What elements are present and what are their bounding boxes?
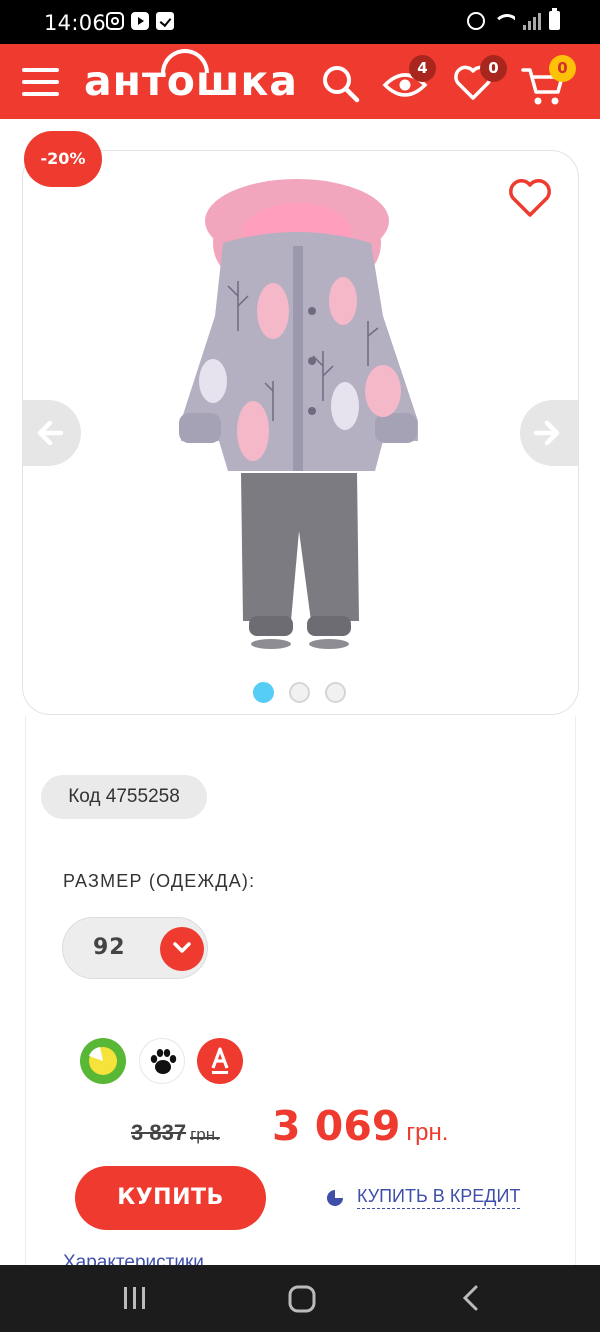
pie-icon[interactable] xyxy=(80,1038,126,1084)
check-icon xyxy=(156,12,174,30)
credit-label: КУПИТЬ В КРЕДИТ xyxy=(357,1186,521,1209)
gallery-next-button[interactable] xyxy=(520,400,578,466)
arrow-left-icon xyxy=(37,420,64,446)
alfa-icon[interactable] xyxy=(197,1038,243,1084)
product-image[interactable] xyxy=(23,151,579,715)
site-header: антошка 4 0 0 xyxy=(0,44,600,119)
youtube-icon xyxy=(131,12,149,30)
gallery-dot-1[interactable] xyxy=(253,682,274,703)
gallery-dots xyxy=(253,682,346,703)
back-icon[interactable] xyxy=(458,1283,484,1313)
status-app-icons xyxy=(106,12,174,30)
gallery-dot-2[interactable] xyxy=(289,682,310,703)
old-price-value: 3 837 xyxy=(131,1120,187,1145)
old-price: 3 837 грн. xyxy=(131,1120,220,1146)
favorite-heart-icon[interactable] xyxy=(507,178,553,220)
new-price-value: 3 069 xyxy=(272,1102,401,1150)
size-dropdown-button[interactable] xyxy=(160,927,204,971)
viewed-badge: 4 xyxy=(409,55,436,82)
home-icon[interactable] xyxy=(286,1283,318,1315)
chevron-down-icon xyxy=(173,942,191,953)
system-nav-bar xyxy=(0,1265,600,1332)
size-label: РАЗМЕР (ОДЕЖДА): xyxy=(63,871,256,891)
status-time: 14:06 xyxy=(44,11,107,35)
status-system-icons xyxy=(467,8,560,30)
menu-icon[interactable] xyxy=(22,66,59,98)
favorites-badge: 0 xyxy=(480,55,507,82)
instagram-icon xyxy=(106,12,124,30)
size-select[interactable]: 92 xyxy=(62,917,208,979)
paw-icon[interactable] xyxy=(139,1038,185,1084)
buy-on-credit-link[interactable]: КУПИТЬ В КРЕДИТ xyxy=(325,1186,521,1209)
page: 14:06 антошка 4 0 0 -20% Код 4755258 РАЗ… xyxy=(0,0,600,1332)
search-icon[interactable] xyxy=(321,64,361,104)
recent-apps-icon[interactable] xyxy=(120,1283,150,1313)
new-price: 3 069 грн. xyxy=(272,1102,448,1150)
size-value: 92 xyxy=(93,935,126,960)
discount-badge: -20% xyxy=(24,131,102,187)
arrow-right-icon xyxy=(533,420,560,446)
wifi-icon xyxy=(493,12,515,30)
buy-button[interactable]: КУПИТЬ xyxy=(75,1166,266,1230)
logo-arc xyxy=(161,49,209,73)
gallery-dot-3[interactable] xyxy=(325,682,346,703)
alarm-icon xyxy=(467,11,485,30)
old-price-currency: грн. xyxy=(190,1125,220,1144)
status-bar: 14:06 xyxy=(0,0,600,44)
signal-icon xyxy=(523,12,541,30)
pie-chart-icon xyxy=(327,1189,343,1206)
battery-icon xyxy=(549,8,560,30)
product-gallery xyxy=(22,150,579,715)
new-price-currency: грн. xyxy=(406,1119,449,1146)
site-logo[interactable]: антошка xyxy=(84,49,298,105)
product-code: Код 4755258 xyxy=(41,775,207,819)
cart-badge: 0 xyxy=(549,55,576,82)
